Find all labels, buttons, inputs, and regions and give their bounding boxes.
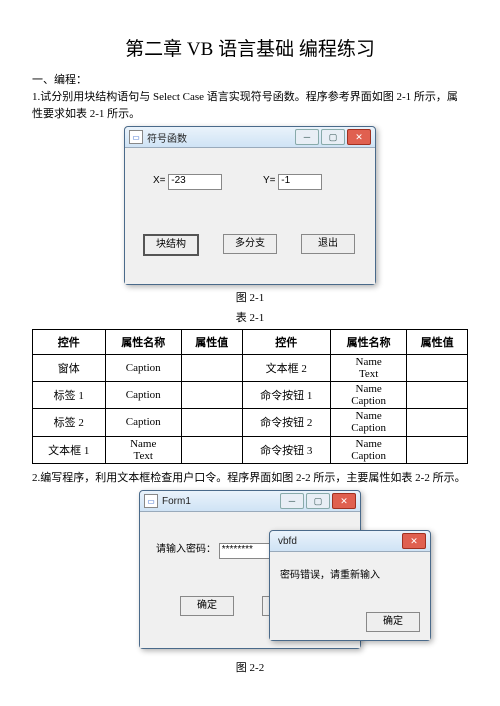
titlebar: ▭ Form1 ─ ▢ ✕ <box>140 491 360 512</box>
th-control-2: 控件 <box>242 330 330 355</box>
textbox-x[interactable]: -23 <box>168 174 222 190</box>
property-table: 控件 属性名称 属性值 控件 属性名称 属性值 窗体 Caption 文本框 2… <box>32 329 468 464</box>
figure-1-window: ▭ 符号函数 ─ ▢ ✕ X= -23 Y= -1 块结构 <box>124 126 376 285</box>
multi-branch-button[interactable]: 多分支 <box>223 234 277 254</box>
question-2: 2.编写程序，利用文本框检查用户口令。程序界面如图 2-2 所示，主要属性如表 … <box>32 470 468 487</box>
block-struct-button[interactable]: 块结构 <box>143 234 199 256</box>
section-heading: 一、编程： <box>32 71 468 87</box>
question-1: 1.试分别用块结构语句与 Select Case 语言实现符号函数。程序参考界面… <box>32 89 468 122</box>
label-x: X= <box>153 175 166 186</box>
app-icon: ▭ <box>129 130 143 144</box>
ok-button[interactable]: 确定 <box>180 596 234 616</box>
maximize-button[interactable]: ▢ <box>306 493 330 509</box>
password-label: 请输入密码： <box>156 544 216 555</box>
page-title: 第二章 VB 语言基础 编程练习 <box>32 34 468 61</box>
titlebar: vbfd ✕ <box>270 531 430 552</box>
th-control-1: 控件 <box>33 330 106 355</box>
th-propval-2: 属性值 <box>407 330 468 355</box>
maximize-button[interactable]: ▢ <box>321 129 345 145</box>
table-row: 窗体 Caption 文本框 2 NameText <box>33 355 468 382</box>
table-row: 文本框 1 NameText 命令按钮 3 NameCaption <box>33 436 468 463</box>
close-button[interactable]: ✕ <box>347 129 371 145</box>
app-icon: ▭ <box>144 494 158 508</box>
figure-2-msgbox: vbfd ✕ 密码错误，请重新输入 确定 <box>269 530 431 641</box>
window-title: Form1 <box>162 496 280 507</box>
figure-2-caption: 图 2-2 <box>32 659 468 675</box>
minimize-button[interactable]: ─ <box>280 493 304 509</box>
textbox-y[interactable]: -1 <box>278 174 322 190</box>
close-button[interactable]: ✕ <box>332 493 356 509</box>
table-row: 标签 1 Caption 命令按钮 1 NameCaption <box>33 382 468 409</box>
table-caption: 表 2-1 <box>32 309 468 325</box>
titlebar: ▭ 符号函数 ─ ▢ ✕ <box>125 127 375 148</box>
figure-1-caption: 图 2-1 <box>32 289 468 305</box>
minimize-button[interactable]: ─ <box>295 129 319 145</box>
close-button[interactable]: ✕ <box>402 533 426 549</box>
msgbox-title: vbfd <box>278 536 402 547</box>
th-propname-2: 属性名称 <box>330 330 406 355</box>
label-y: Y= <box>263 175 276 186</box>
th-propname-1: 属性名称 <box>105 330 181 355</box>
th-propval-1: 属性值 <box>181 330 242 355</box>
exit-button[interactable]: 退出 <box>301 234 355 254</box>
msgbox-ok-button[interactable]: 确定 <box>366 612 420 632</box>
window-title: 符号函数 <box>147 130 295 145</box>
table-row: 标签 2 Caption 命令按钮 2 NameCaption <box>33 409 468 436</box>
msgbox-text: 密码错误，请重新输入 <box>280 566 380 581</box>
